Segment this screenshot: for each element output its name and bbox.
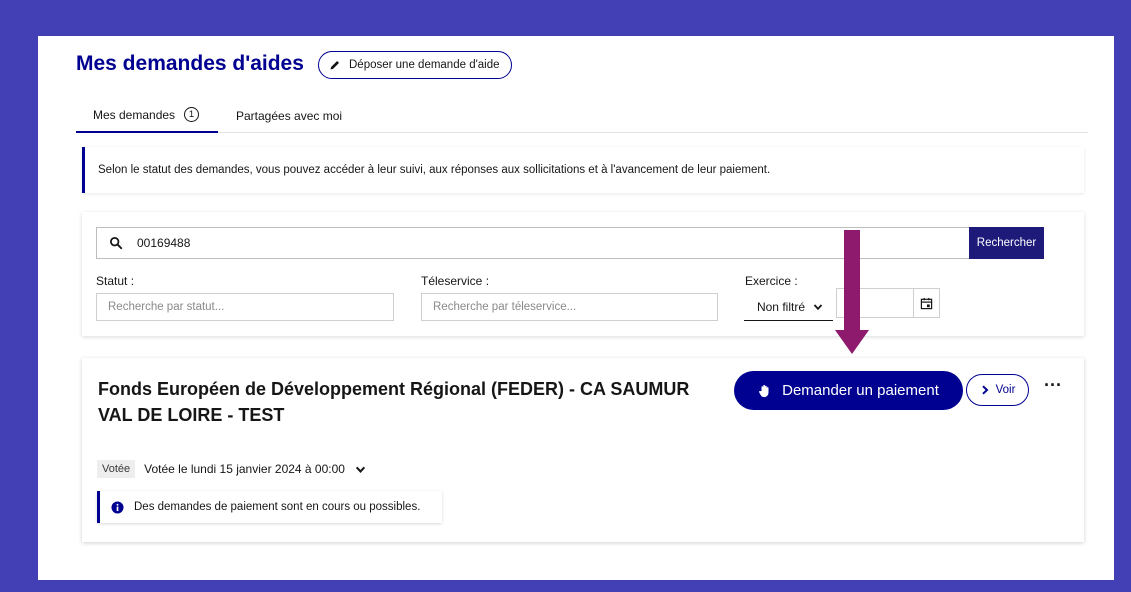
teleservice-input[interactable]: Recherche par téleservice... [421,293,718,321]
teleservice-placeholder: Recherche par téleservice... [433,301,577,313]
page-title: Mes demandes d'aides [76,52,304,75]
exercice-label: Exercice : [745,274,798,288]
tab-count-badge: 1 [184,107,200,122]
request-payment-label: Demander un paiement [782,382,939,399]
hand-icon [759,384,769,397]
statut-label: Statut : [96,274,135,288]
tab-partagees-label: Partagées avec moi [236,108,343,123]
annotation-arrow-head [835,330,869,354]
pencil-icon [330,60,340,70]
tab-mes-demandes-label: Mes demandes [93,107,176,122]
info-icon [111,500,124,514]
deposit-request-label: Déposer une demande d'aide [349,59,500,71]
more-options-button[interactable]: ··· [1042,376,1064,402]
chevron-right-icon [981,385,989,395]
info-banner-text: Selon le statut des demandes, vous pouve… [98,164,771,176]
statut-input[interactable]: Recherche par statut... [96,293,394,321]
chevron-down-icon [813,303,823,310]
page-frame: Mes demandes d'aides Déposer une demande… [38,36,1114,580]
search-button[interactable]: Rechercher [969,227,1044,259]
exercice-value: Non filtré [756,299,805,314]
payment-info-notice: Des demandes de paiement sont en cours o… [97,491,442,523]
filter-panel: 00169488 Rechercher Statut : Recherche p… [82,212,1084,336]
search-value: 00169488 [137,236,191,250]
exercice-select[interactable]: Non filtré [744,293,833,321]
payment-info-text: Des demandes de paiement sont en cours o… [134,501,421,513]
info-banner: Selon le statut des demandes, vous pouve… [82,147,1084,193]
tabs-bar: Mes demandes 1 Partagées avec moi [76,98,1088,133]
teleservice-label: Téleservice : [421,274,490,288]
tab-partagees[interactable]: Partagées avec moi [236,98,342,133]
calendar-icon [920,297,933,309]
voir-label: Voir [995,384,1016,396]
status-badge: Votée [97,460,136,478]
voir-button[interactable]: Voir [966,374,1029,406]
tab-mes-demandes[interactable]: Mes demandes 1 [76,98,218,133]
result-card: Fonds Européen de Développement Régional… [82,358,1084,542]
search-icon [110,237,123,250]
chevron-down-icon[interactable] [355,464,366,475]
status-text: Votée le lundi 15 janvier 2024 à 00:00 [144,462,345,476]
search-input[interactable]: 00169488 [96,227,970,259]
annotation-arrow-shaft [844,230,860,332]
calendar-button[interactable] [913,289,939,317]
statut-placeholder: Recherche par statut... [108,301,225,313]
card-title: Fonds Européen de Développement Régional… [98,379,690,425]
status-row: Votée Votée le lundi 15 janvier 2024 à 0… [97,460,366,478]
request-payment-button[interactable]: Demander un paiement [734,371,963,410]
deposit-request-button[interactable]: Déposer une demande d'aide [318,51,512,79]
